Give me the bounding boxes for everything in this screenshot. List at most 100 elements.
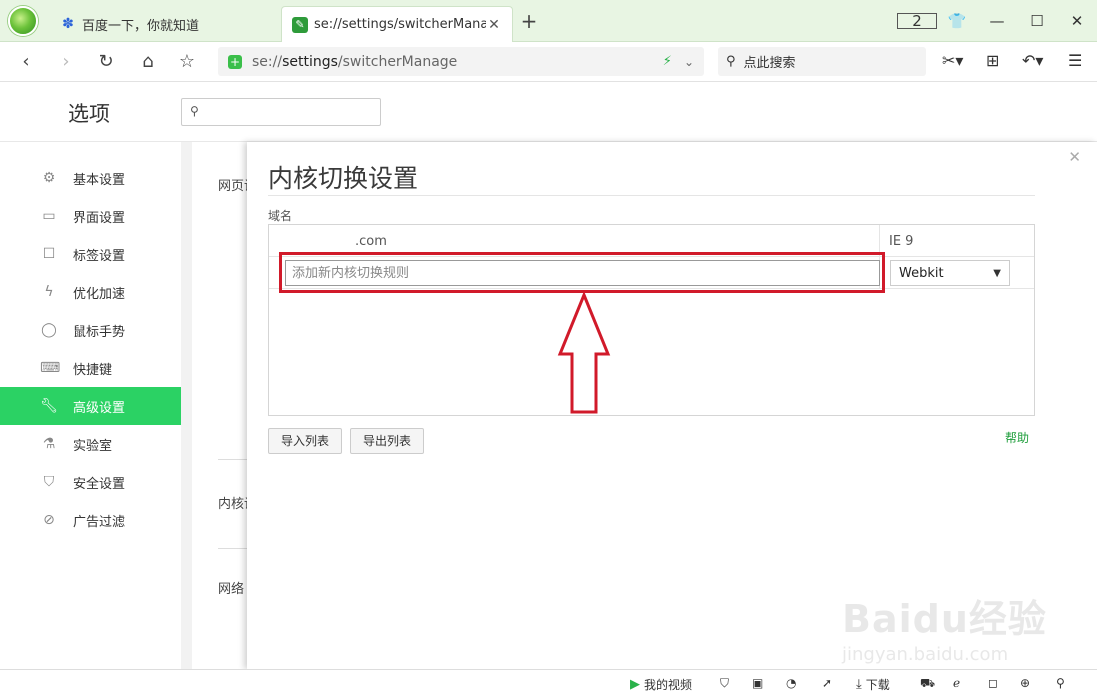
watermark-logo: Baidu经验 <box>842 597 1047 641</box>
search-box[interactable]: ⚲ 点此搜索 <box>718 47 926 76</box>
sidebar-item-lab[interactable]: ⚗ 实验室 <box>0 425 181 463</box>
search-icon: ⚲ <box>190 104 199 118</box>
tab-count-button[interactable]: 2 <box>897 12 937 30</box>
section-label-network: 网络 <box>218 582 245 597</box>
sidebar-item-adblock[interactable]: ⊘ 广告过滤 <box>0 501 181 539</box>
sidebar-item-label: 广告过滤 <box>73 514 126 530</box>
download-button[interactable]: ⤓ 下载 <box>856 676 890 693</box>
url-scheme: se:// <box>252 53 283 70</box>
url-text[interactable]: se://settings/switcherManage <box>252 54 663 70</box>
minimize-button[interactable]: — <box>977 12 1017 30</box>
secure-plus-icon: + <box>228 54 242 69</box>
sidebar-item-tabs[interactable]: ☐ 标签设置 <box>0 235 181 273</box>
sidebar-item-label: 标签设置 <box>73 248 126 264</box>
skin-icon[interactable]: 👕 <box>937 12 977 30</box>
lightning-icon[interactable]: ⚡ <box>663 54 672 69</box>
tab-bar: ✽ 百度一下，你就知道 ✎ se://settings/switcherMana… <box>0 0 1097 42</box>
undo-icon[interactable]: ↶▾ <box>1022 51 1043 70</box>
maximize-button[interactable]: ☐ <box>1017 12 1057 30</box>
block-icon: ⊘ <box>43 512 55 528</box>
tab-count-badge: 2 <box>897 13 937 29</box>
my-video-label: 我的视频 <box>644 678 693 692</box>
sidebar-item-label: 安全设置 <box>73 476 126 492</box>
window-controls: 2 👕 — ☐ ✕ <box>897 0 1097 42</box>
settings-header: 选项 ⚲ <box>0 82 1097 142</box>
import-list-button[interactable]: 导入列表 <box>268 428 343 454</box>
navigation-toolbar: ‹ › ↻ ⌂ ☆ + se://settings/switcherManage… <box>0 42 1097 82</box>
export-list-button[interactable]: 导出列表 <box>350 428 425 454</box>
flask-icon: ⚗ <box>42 436 56 452</box>
search-icon: ⚲ <box>726 54 736 69</box>
settings-search-input[interactable]: ⚲ <box>181 98 381 126</box>
close-dialog-icon[interactable]: ✕ <box>1068 148 1081 166</box>
keyboard-icon: ⌨ <box>40 360 61 376</box>
wrench-icon: 🔧︎ <box>40 398 58 414</box>
status-bar: ▶ 我的视频 ⛉ ▣ ◔ ➚ ⤓ 下载 ⛟ ℯ ◻ ⊕ ⚲ <box>0 669 1097 697</box>
image-icon[interactable]: ▣ <box>752 676 763 690</box>
sidebar-item-acceleration[interactable]: ϟ 优化加速 <box>0 273 181 311</box>
tab-icon: ☐ <box>42 246 56 262</box>
sidebar-item-mouse-gesture[interactable]: ◯ 鼠标手势 <box>0 311 181 349</box>
rule-engine[interactable]: IE 9 <box>889 234 913 249</box>
sidebar-item-label: 鼠标手势 <box>73 324 126 340</box>
my-video-button[interactable]: ▶ 我的视频 <box>630 676 692 693</box>
search-placeholder: 点此搜索 <box>743 56 796 71</box>
sidebar-item-advanced[interactable]: 🔧︎ 高级设置 <box>0 387 181 425</box>
sidebar-item-security[interactable]: ⛉ 安全设置 <box>0 463 181 501</box>
window-icon: ▭ <box>42 208 56 224</box>
engine-select-value: Webkit <box>899 265 944 281</box>
tab-title: 百度一下，你就知道 <box>82 18 200 34</box>
shield-icon: ⛉ <box>43 474 55 490</box>
baidu-paw-icon: ✽ <box>62 16 74 32</box>
speed-icon[interactable]: ◔ <box>786 676 796 690</box>
sidebar-item-label: 高级设置 <box>73 400 126 416</box>
tab-settings[interactable]: ✎ se://settings/switcherManage ✕ <box>281 6 513 42</box>
browser-logo-icon[interactable] <box>8 6 38 36</box>
baidu-jingyan-watermark: Baidu经验 jingyan.baidu.com <box>842 580 1052 670</box>
forward-button[interactable]: › <box>54 50 78 74</box>
home-button[interactable]: ⌂ <box>136 50 160 74</box>
close-tab-icon[interactable]: ✕ <box>486 17 502 33</box>
grid-apps-icon[interactable]: ⊞ <box>986 51 999 70</box>
help-link[interactable]: 帮助 <box>1005 429 1029 446</box>
download-icon: ⤓ <box>856 677 862 692</box>
engine-select[interactable]: Webkit ▼ <box>890 260 1010 286</box>
download-label: 下载 <box>865 678 890 692</box>
settings-sidebar: ⚙ 基本设置 ▭ 界面设置 ☐ 标签设置 ϟ 优化加速 ◯ 鼠标手势 ⌨ 快捷键… <box>0 142 181 669</box>
wrench-icon: ✎ <box>292 16 308 33</box>
favorite-star-button[interactable]: ☆ <box>175 50 199 74</box>
sidebar-item-label: 基本设置 <box>73 172 126 188</box>
close-window-button[interactable]: ✕ <box>1057 12 1097 30</box>
address-bar[interactable]: + se://settings/switcherManage ⚡ ⌄ <box>218 47 704 76</box>
url-host: settings <box>282 53 338 70</box>
tab-baidu[interactable]: ✽ 百度一下，你就知道 <box>50 6 282 42</box>
reload-button[interactable]: ↻ <box>94 50 118 74</box>
menu-icon[interactable]: ☰ <box>1068 51 1082 70</box>
gear-icon: ⚙ <box>42 170 56 186</box>
search-icon[interactable]: ⚲ <box>1056 676 1065 690</box>
sidebar-item-label: 优化加速 <box>73 286 126 302</box>
shield-icon[interactable]: ⛉ <box>720 676 729 691</box>
car-icon[interactable]: ⛟ <box>920 676 935 692</box>
rule-domain: .com <box>355 234 387 249</box>
play-icon: ▶ <box>630 677 640 692</box>
sidebar-item-shortcuts[interactable]: ⌨ 快捷键 <box>0 349 181 387</box>
tab-title: se://settings/switcherManage <box>314 17 486 32</box>
scissors-icon[interactable]: ✂▾ <box>942 51 963 70</box>
zoom-icon[interactable]: ⊕ <box>1020 676 1030 690</box>
window-icon[interactable]: ◻ <box>988 676 998 690</box>
lightning-icon: ϟ <box>44 284 54 300</box>
mouse-icon: ◯ <box>41 322 57 338</box>
chevron-down-icon[interactable]: ⌄ <box>684 55 694 69</box>
sidebar-item-interface[interactable]: ▭ 界面设置 <box>0 197 181 235</box>
back-button[interactable]: ‹ <box>14 50 38 74</box>
sidebar-item-basic[interactable]: ⚙ 基本设置 <box>0 159 181 197</box>
rocket-icon[interactable]: ➚ <box>822 676 832 690</box>
url-path: /switcherManage <box>337 53 458 70</box>
annotation-highlight-box <box>279 252 885 293</box>
chevron-down-icon: ▼ <box>993 267 1001 279</box>
title-divider <box>268 195 1035 196</box>
sidebar-item-label: 界面设置 <box>73 210 126 226</box>
new-tab-button[interactable]: + <box>518 10 540 32</box>
ie-icon[interactable]: ℯ <box>953 676 960 690</box>
